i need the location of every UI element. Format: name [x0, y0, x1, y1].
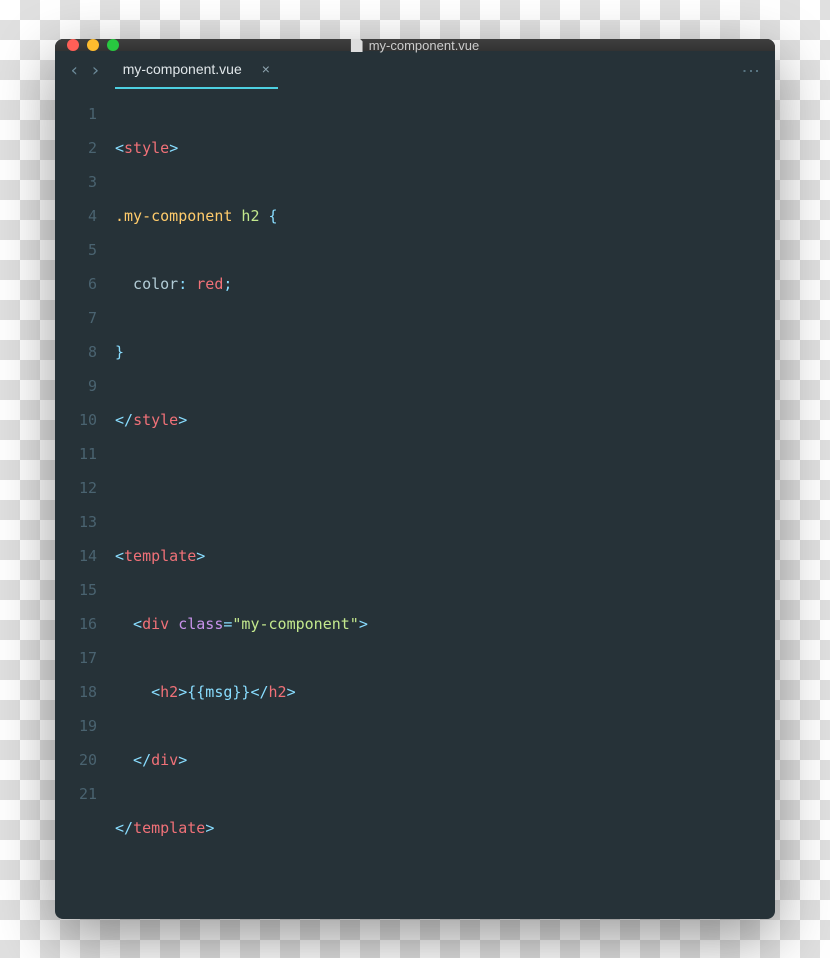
code-line [115, 879, 775, 913]
titlebar-filename: my-component.vue [369, 39, 480, 53]
line-number: 20 [55, 743, 97, 777]
nav-arrows: ‹ › [69, 60, 101, 81]
code-line: </template> [115, 811, 775, 845]
line-number: 2 [55, 131, 97, 165]
tab-bar: ‹ › my-component.vue × ⋮ [55, 51, 775, 89]
code-line: color: red; [115, 267, 775, 301]
tab-close-button[interactable]: × [262, 61, 270, 77]
line-number: 14 [55, 539, 97, 573]
editor-window: my-component.vue ‹ › my-component.vue × … [55, 39, 775, 919]
line-number: 6 [55, 267, 97, 301]
minimize-window-button[interactable] [87, 39, 99, 51]
code-line: <h2>{{msg}}</h2> [115, 675, 775, 709]
line-number-gutter: 1 2 3 4 5 6 7 8 9 10 11 12 13 14 15 16 1… [55, 97, 115, 919]
editor-area[interactable]: 1 2 3 4 5 6 7 8 9 10 11 12 13 14 15 16 1… [55, 89, 775, 919]
tab-label: my-component.vue [123, 61, 242, 77]
more-menu-icon[interactable]: ⋮ [740, 62, 761, 78]
code-line: </style> [115, 403, 775, 437]
line-number: 7 [55, 301, 97, 335]
line-number: 3 [55, 165, 97, 199]
line-number: 19 [55, 709, 97, 743]
titlebar-title: my-component.vue [351, 39, 480, 53]
line-number: 18 [55, 675, 97, 709]
line-number: 9 [55, 369, 97, 403]
line-number: 13 [55, 505, 97, 539]
line-number: 8 [55, 335, 97, 369]
code-line: .my-component h2 { [115, 199, 775, 233]
line-number: 5 [55, 233, 97, 267]
traffic-lights [67, 39, 119, 51]
line-number: 4 [55, 199, 97, 233]
code-line: <div class="my-component"> [115, 607, 775, 641]
code-line: <style> [115, 131, 775, 165]
line-number: 21 [55, 777, 97, 811]
line-number: 10 [55, 403, 97, 437]
code-line: </div> [115, 743, 775, 777]
tab-active[interactable]: my-component.vue × [115, 61, 278, 89]
code-line: } [115, 335, 775, 369]
close-window-button[interactable] [67, 39, 79, 51]
line-number: 16 [55, 607, 97, 641]
line-number: 17 [55, 641, 97, 675]
line-number: 11 [55, 437, 97, 471]
nav-forward-button[interactable]: › [90, 60, 101, 81]
code-line: <template> [115, 539, 775, 573]
line-number: 15 [55, 573, 97, 607]
code-line [115, 471, 775, 505]
file-icon [351, 39, 363, 52]
titlebar: my-component.vue [55, 39, 775, 51]
maximize-window-button[interactable] [107, 39, 119, 51]
nav-back-button[interactable]: ‹ [69, 60, 80, 81]
line-number: 12 [55, 471, 97, 505]
code-content[interactable]: <style> .my-component h2 { color: red; }… [115, 97, 775, 919]
line-number: 1 [55, 97, 97, 131]
